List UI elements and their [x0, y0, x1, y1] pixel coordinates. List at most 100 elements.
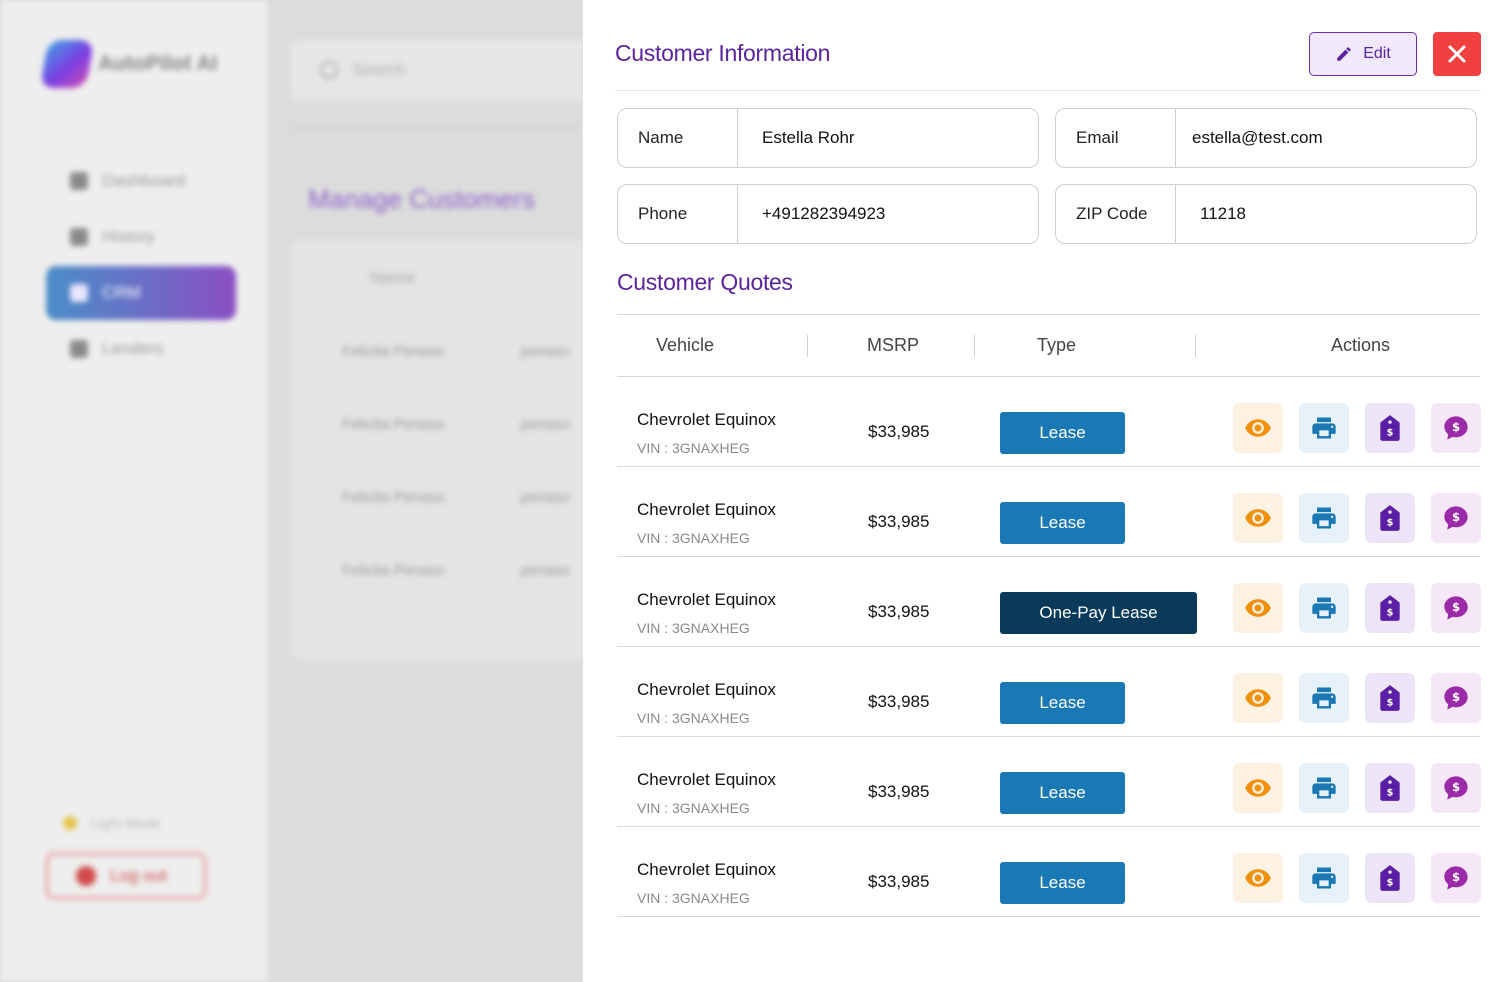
- send-quote-button[interactable]: $: [1431, 763, 1481, 813]
- price-tag-icon: $: [1377, 864, 1403, 892]
- pricing-button[interactable]: $: [1365, 673, 1415, 723]
- row-email: penaso: [520, 343, 570, 360]
- eye-icon: [1244, 864, 1272, 892]
- pricing-button[interactable]: $: [1365, 403, 1415, 453]
- print-quote-button[interactable]: [1299, 403, 1349, 453]
- svg-text:$: $: [1387, 428, 1394, 439]
- table-row[interactable]: Felicita Penaso penaso: [342, 416, 570, 433]
- row-name: Felicita Penaso: [342, 343, 445, 360]
- table-row: Chevrolet Equinox VIN : 3GNAXHEG $33,985 Le…: [617, 827, 1481, 917]
- table-header-name: Name: [370, 268, 416, 287]
- header-divider: [615, 90, 1481, 91]
- vehicle-vin: VIN : 3GNAXHEG: [637, 890, 750, 906]
- sidebar-item-lenders[interactable]: Lenders: [46, 322, 236, 376]
- table-row[interactable]: Felicita Penaso penaso: [342, 343, 570, 360]
- view-quote-button[interactable]: [1233, 763, 1283, 813]
- dollar-chat-icon: $: [1442, 504, 1470, 532]
- table-row[interactable]: Felicita Penaso penaso: [342, 562, 570, 579]
- row-name: Felicita Penaso: [342, 562, 445, 579]
- zip-field: ZIP Code 11218: [1055, 184, 1477, 244]
- history-icon: [70, 228, 88, 246]
- eye-icon: [1244, 504, 1272, 532]
- phone-label: Phone: [618, 185, 738, 243]
- price-tag-icon: $: [1377, 504, 1403, 532]
- pencil-icon: [1337, 47, 1351, 61]
- table-row[interactable]: Felicita Penaso penaso: [342, 489, 570, 506]
- quote-type-badge[interactable]: Lease: [1000, 502, 1125, 544]
- zip-label: ZIP Code: [1056, 185, 1176, 243]
- eye-icon: [1244, 594, 1272, 622]
- customer-info-panel: Customer Information Edit Name Estella R…: [582, 0, 1512, 982]
- logout-label: Log out: [110, 866, 167, 885]
- pricing-button[interactable]: $: [1365, 583, 1415, 633]
- sun-icon: [63, 816, 77, 830]
- sidebar-item-label: Dashboard: [102, 171, 186, 190]
- quote-type-badge[interactable]: One-Pay Lease: [1000, 592, 1197, 634]
- edit-button[interactable]: Edit: [1309, 32, 1417, 76]
- send-quote-button[interactable]: $: [1431, 583, 1481, 633]
- msrp-value: $33,985: [868, 422, 930, 441]
- quote-type-badge[interactable]: Lease: [1000, 862, 1125, 904]
- send-quote-button[interactable]: $: [1431, 853, 1481, 903]
- brand-name: AutoPilot AI: [98, 52, 218, 75]
- table-row: Chevrolet Equinox VIN : 3GNAXHEG $33,985 Le…: [617, 647, 1481, 737]
- close-button[interactable]: [1433, 32, 1481, 76]
- svg-text:$: $: [1452, 780, 1460, 794]
- vehicle-name: Chevrolet Equinox: [637, 410, 776, 429]
- row-email: penaso: [520, 562, 570, 579]
- price-tag-icon: $: [1377, 774, 1403, 802]
- row-name: Felicita Penaso: [342, 416, 445, 433]
- print-quote-button[interactable]: [1299, 673, 1349, 723]
- quote-type-badge[interactable]: Lease: [1000, 772, 1125, 814]
- view-quote-button[interactable]: [1233, 403, 1283, 453]
- svg-text:$: $: [1452, 690, 1460, 704]
- send-quote-button[interactable]: $: [1431, 673, 1481, 723]
- pricing-button[interactable]: $: [1365, 493, 1415, 543]
- price-tag-icon: $: [1377, 594, 1403, 622]
- logout-button[interactable]: Log out: [46, 853, 206, 899]
- view-quote-button[interactable]: [1233, 583, 1283, 633]
- pricing-button[interactable]: $: [1365, 763, 1415, 813]
- eye-icon: [1244, 774, 1272, 802]
- row-email: penaso: [520, 416, 570, 433]
- sidebar-item-dashboard[interactable]: Dashboard: [46, 154, 236, 208]
- pricing-button[interactable]: $: [1365, 853, 1415, 903]
- print-quote-button[interactable]: [1299, 493, 1349, 543]
- sidebar-item-label: History: [102, 227, 155, 246]
- send-quote-button[interactable]: $: [1431, 403, 1481, 453]
- svg-text:$: $: [1387, 698, 1394, 709]
- user-icon: [70, 284, 88, 302]
- column-actions: Actions: [1331, 335, 1391, 355]
- quote-type-badge[interactable]: Lease: [1000, 412, 1125, 454]
- light-mode-toggle[interactable]: Light Mode: [46, 798, 206, 848]
- view-quote-button[interactable]: [1233, 493, 1283, 543]
- column-vehicle: Vehicle: [656, 335, 715, 355]
- send-quote-button[interactable]: $: [1431, 493, 1481, 543]
- msrp-value: $33,985: [868, 782, 930, 801]
- name-field: Name Estella Rohr: [617, 108, 1039, 168]
- view-quote-button[interactable]: [1233, 673, 1283, 723]
- vehicle-vin: VIN : 3GNAXHEG: [637, 440, 750, 456]
- dollar-chat-icon: $: [1442, 774, 1470, 802]
- sidebar-nav: Dashboard History CRM Lenders: [46, 154, 236, 378]
- vehicle-name: Chevrolet Equinox: [637, 680, 776, 699]
- print-quote-button[interactable]: [1299, 583, 1349, 633]
- dollar-chat-icon: $: [1442, 864, 1470, 892]
- view-quote-button[interactable]: [1233, 853, 1283, 903]
- light-mode-label: Light Mode: [91, 815, 161, 831]
- price-tag-icon: $: [1377, 414, 1403, 442]
- sidebar-item-history[interactable]: History: [46, 210, 236, 264]
- printer-icon: [1310, 684, 1338, 712]
- sidebar-item-label: Lenders: [102, 339, 164, 358]
- print-quote-button[interactable]: [1299, 763, 1349, 813]
- print-quote-button[interactable]: [1299, 853, 1349, 903]
- msrp-value: $33,985: [868, 602, 930, 621]
- dashboard-icon: [70, 172, 88, 190]
- svg-text:$: $: [1387, 878, 1394, 889]
- quote-type-badge[interactable]: Lease: [1000, 682, 1125, 724]
- svg-text:$: $: [1387, 788, 1394, 799]
- sidebar-item-crm[interactable]: CRM: [46, 266, 236, 320]
- quotes-table: Vehicle MSRP Type Actions Chevrolet Equi…: [617, 314, 1481, 917]
- table-row: Chevrolet Equinox VIN : 3GNAXHEG $33,985 Le…: [617, 377, 1481, 467]
- vehicle-vin: VIN : 3GNAXHEG: [637, 800, 750, 816]
